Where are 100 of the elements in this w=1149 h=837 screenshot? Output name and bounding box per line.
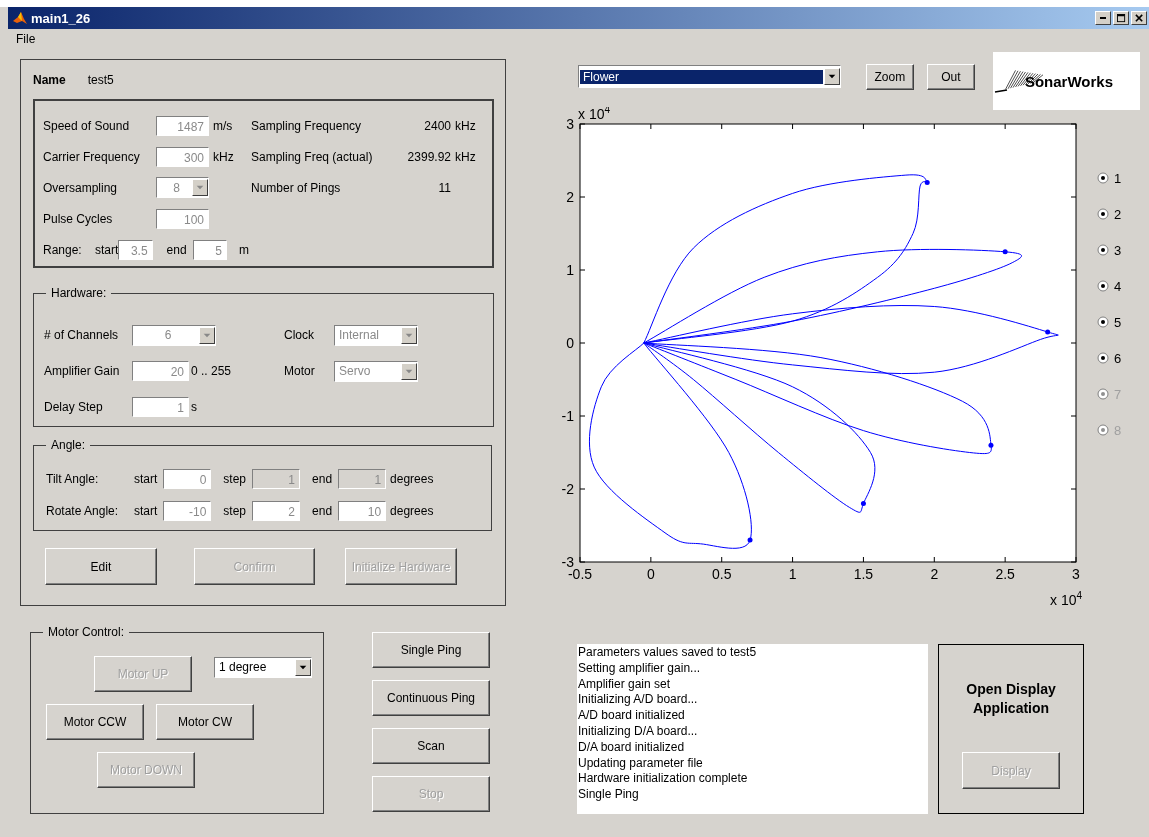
caret-icon — [192, 179, 208, 196]
menu-item[interactable]: File — [16, 32, 36, 46]
input-field[interactable]: 1 — [132, 397, 189, 417]
button[interactable]: Motor CW — [156, 704, 254, 740]
angle-label: Tilt Angle: — [46, 472, 100, 486]
parameter-label: Sampling Freq (actual) — [251, 149, 374, 164]
caret-icon — [295, 658, 311, 676]
field-label: step — [223, 504, 247, 518]
field-label: start — [134, 472, 158, 486]
parameter-value: 11 — [437, 180, 451, 195]
channel-radio[interactable]: 6 — [1097, 349, 1122, 367]
button[interactable]: Continuous Ping — [372, 680, 490, 716]
input-field[interactable]: -10 — [163, 501, 212, 521]
radio-icon — [1097, 244, 1109, 256]
log-line: D/A board initialized — [578, 739, 686, 756]
logo: SonarWorks — [992, 52, 1140, 110]
maximize-button[interactable] — [1113, 11, 1129, 25]
unit-label: m — [239, 242, 249, 257]
button[interactable]: Zoom — [865, 64, 914, 90]
field-label: step — [223, 472, 247, 486]
parameter-label: Sampling Frequency — [251, 118, 363, 133]
parameter-label: Number of Pings — [251, 180, 342, 195]
log-line: Updating parameter file — [578, 755, 704, 772]
input-field[interactable]: 100 — [156, 208, 209, 229]
channel-radio[interactable]: 4 — [1097, 277, 1122, 295]
input-field[interactable]: 3.5 — [118, 239, 153, 260]
angle-label: Rotate Angle: — [46, 504, 120, 518]
channel-radio[interactable]: 1 — [1097, 169, 1122, 187]
input-field[interactable]: 0 — [163, 469, 212, 489]
group-title: Motor Control: — [43, 625, 130, 639]
log-line: Single Ping — [578, 787, 640, 803]
input-field[interactable]: 20 — [132, 361, 189, 381]
x-tick-label: 1.5 — [853, 566, 874, 582]
radio-icon — [1097, 352, 1109, 364]
input-field[interactable]: 10 — [338, 501, 387, 521]
dropdown[interactable]: Servo — [334, 360, 418, 382]
name-label: Name — [33, 72, 66, 87]
button[interactable]: Scan — [372, 728, 490, 764]
parameter-label: # of Channels — [44, 328, 120, 342]
x-tick-label: 3 — [1072, 566, 1080, 582]
button[interactable]: Edit — [45, 548, 157, 585]
dropdown[interactable]: 6 — [132, 324, 216, 346]
y-tick-label: 2 — [566, 189, 574, 205]
end-label: end — [166, 242, 187, 257]
unit-label: kHz — [213, 149, 234, 164]
y-tick-label: 1 — [566, 262, 574, 278]
log-line: Parameters values saved to test5 — [578, 645, 758, 661]
parameter-value: 2399.92 — [406, 149, 451, 164]
log-line: Initializing A/D board... — [578, 692, 699, 709]
view-dropdown[interactable]: Flower — [578, 65, 841, 88]
field-label: end — [312, 472, 333, 486]
unit-label: degrees — [390, 472, 434, 486]
x-tick-label: 2 — [930, 566, 939, 582]
y-tick-label: -2 — [561, 481, 574, 497]
x-tick-label: 2.5 — [995, 566, 1015, 582]
y-tick-label: 3 — [566, 116, 574, 132]
minimize-button[interactable] — [1095, 11, 1111, 25]
radio-icon — [1097, 424, 1109, 436]
app-icon — [12, 10, 28, 26]
input-field[interactable]: 2 — [252, 501, 301, 521]
log-line: Initializing D/A board... — [578, 724, 699, 740]
field-label: end — [312, 504, 333, 518]
window-title: main1_26 — [31, 10, 91, 26]
dropdown[interactable]: 1 degree — [214, 656, 312, 678]
unit-label: m/s — [213, 118, 233, 133]
y-tick-label: -1 — [561, 408, 574, 424]
parameter-value: 2400 — [423, 118, 451, 133]
parameter-label: Oversampling — [43, 180, 119, 195]
radio-icon — [1097, 316, 1109, 328]
close-button[interactable] — [1131, 11, 1147, 25]
unit-label: degrees — [390, 504, 434, 518]
input-field[interactable]: 1487 — [156, 115, 209, 136]
button[interactable]: Single Ping — [372, 632, 490, 668]
y-tick-label: 0 — [566, 335, 574, 351]
channel-radio[interactable]: 3 — [1097, 241, 1122, 259]
field-label: start — [134, 504, 158, 518]
start-label: start — [94, 242, 119, 257]
x-tick-label: 0.5 — [712, 566, 732, 582]
log-line: Hardware initialization complete — [578, 771, 749, 788]
button[interactable]: Motor CCW — [46, 704, 144, 740]
unit-label: kHz — [455, 149, 476, 164]
log-line: Amplifier gain set — [578, 676, 672, 693]
caret-icon — [823, 68, 840, 85]
channel-radio[interactable]: 2 — [1097, 205, 1122, 223]
dropdown[interactable]: 8 — [156, 177, 209, 198]
radio-icon — [1097, 280, 1109, 292]
channel-radio[interactable]: 5 — [1097, 313, 1122, 331]
input-field[interactable]: 300 — [156, 146, 209, 167]
unit-label: kHz — [455, 118, 476, 133]
x-tick-label: 0 — [646, 566, 655, 582]
parameter-label: Pulse Cycles — [43, 211, 114, 226]
x-multiplier: x 10$^{4}$ — [1050, 590, 1083, 607]
parameter-label: Range: — [43, 242, 83, 257]
input-field[interactable]: 5 — [192, 239, 227, 260]
radio-icon — [1097, 208, 1109, 220]
parameter-label: Motor — [284, 364, 316, 378]
unit-label: s — [191, 400, 197, 414]
dropdown[interactable]: Internal — [334, 324, 418, 346]
button[interactable]: Out — [926, 64, 975, 90]
parameter-label: Clock — [284, 328, 315, 342]
